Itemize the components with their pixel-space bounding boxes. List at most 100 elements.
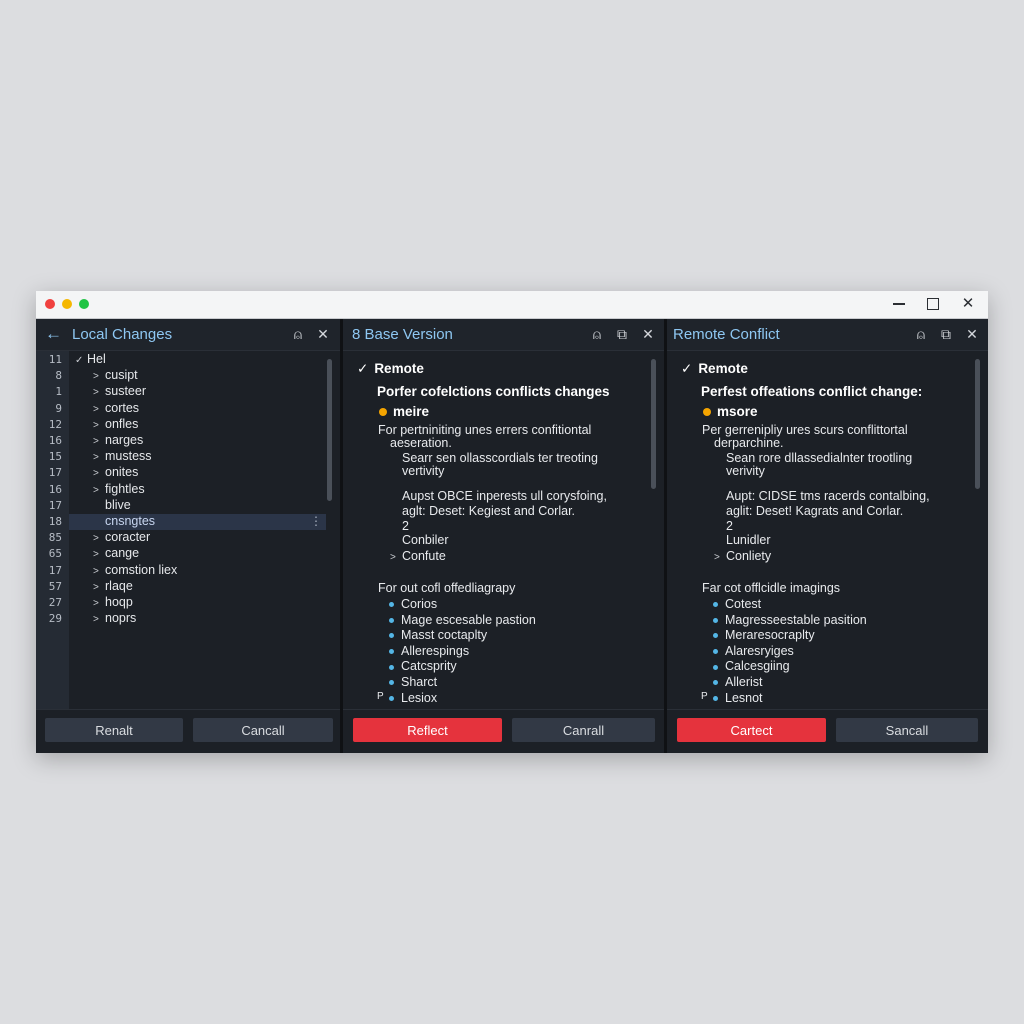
tree-item[interactable]: cnsngtes ⋮ bbox=[69, 514, 326, 530]
pane-title: 8 Base Version bbox=[352, 326, 453, 343]
line-number: 16 bbox=[48, 482, 62, 496]
tree-item[interactable]: > comstion liex bbox=[69, 563, 326, 579]
chevron-right-icon[interactable]: > bbox=[93, 533, 105, 544]
expandable-item[interactable]: > Conliety bbox=[714, 549, 771, 563]
tree-item[interactable]: > onfles bbox=[69, 417, 326, 433]
tree-item[interactable]: > rlaqe bbox=[69, 579, 326, 595]
paragraph-line: aglt: Deset: Kegiest and Corlar. bbox=[402, 504, 576, 518]
bullet-item: Calcesgiing bbox=[713, 659, 790, 673]
tree-item[interactable]: > cusipt bbox=[69, 368, 326, 384]
bullet-dot-icon bbox=[713, 633, 718, 639]
paragraph-line: Per gerrenipliy ures scurs conflittortal bbox=[702, 423, 908, 437]
bullet-item: P Lesiox bbox=[377, 691, 437, 705]
paragraph-line: Aupt: CIDSE tms racerds contalbing, bbox=[726, 489, 930, 503]
check-icon: ✓ bbox=[681, 361, 693, 376]
bullet-label: Allerist bbox=[725, 675, 763, 689]
chevron-right-icon[interactable]: > bbox=[93, 436, 105, 447]
scrollbar[interactable] bbox=[651, 359, 656, 489]
chevron-right-icon[interactable]: > bbox=[93, 452, 105, 463]
bullet-item: Masst coctaplty bbox=[389, 628, 487, 642]
tree-item-label: onfles bbox=[105, 416, 139, 431]
tree-item[interactable]: > hoqp bbox=[69, 595, 326, 611]
bookmark-icon[interactable]: ⍝ bbox=[589, 326, 605, 342]
tree-item-label: noprѕ bbox=[105, 611, 137, 626]
remote-conflict-pane: Remote Conflict ⍝ ⧉ ✕ ✓ Remote Perfest of… bbox=[667, 319, 988, 753]
merge-window: ✕ ← Local Changes ⍝ ✕ 11 8 1 9 12 16 15 17 16 17 1… bbox=[36, 291, 988, 753]
tree-item[interactable]: ✓ Hel bbox=[69, 352, 326, 368]
bullet-item: Alaresryiges bbox=[713, 644, 794, 658]
item-line: Lunidler bbox=[726, 533, 771, 547]
chevron-right-icon[interactable]: > bbox=[93, 566, 105, 577]
tree-item[interactable]: > coracter bbox=[69, 530, 326, 546]
chevron-right-icon[interactable]: > bbox=[93, 614, 105, 625]
cancel-button[interactable]: Canrall bbox=[512, 718, 655, 742]
tree-item[interactable]: > susteer bbox=[69, 384, 326, 400]
tree-item[interactable]: > fightles bbox=[69, 482, 326, 498]
chevron-right-icon[interactable]: > bbox=[93, 468, 105, 479]
close-icon[interactable]: ✕ bbox=[958, 295, 978, 313]
chevron-right-icon[interactable]: > bbox=[93, 420, 105, 431]
scrollbar[interactable] bbox=[975, 359, 980, 489]
line-number: 65 bbox=[48, 547, 62, 561]
chevron-right-icon[interactable]: > bbox=[93, 598, 105, 609]
bookmark-icon[interactable]: ⍝ bbox=[290, 326, 306, 342]
bullet-dot-icon bbox=[389, 664, 394, 670]
tree-item[interactable]: > mustess bbox=[69, 449, 326, 465]
marker-row: msore bbox=[703, 404, 758, 419]
chevron-right-icon[interactable]: > bbox=[93, 387, 105, 398]
minimize-window-dot-icon[interactable] bbox=[62, 299, 72, 309]
revert-button[interactable]: Renalt bbox=[45, 718, 183, 742]
tree-item[interactable]: > noprѕ bbox=[69, 611, 326, 627]
chevron-right-icon[interactable]: > bbox=[93, 549, 105, 560]
maximize-icon[interactable] bbox=[923, 295, 943, 313]
tree-item[interactable]: > cange bbox=[69, 546, 326, 562]
pane-footer: Reflect Canrall bbox=[343, 709, 664, 753]
tree-item-label: rlaqe bbox=[105, 578, 133, 593]
tree-item-label: cusipt bbox=[105, 368, 138, 383]
copy-icon[interactable]: ⧉ bbox=[938, 326, 954, 342]
section-heading: ✓ Remote bbox=[357, 361, 424, 377]
pane-footer: Cartect Sancall bbox=[667, 709, 988, 753]
more-options-icon[interactable]: ⋮ bbox=[310, 514, 322, 528]
marker-dot-icon bbox=[379, 408, 387, 417]
cancel-button[interactable]: Sancall bbox=[836, 718, 978, 742]
line-gutter: 11 8 1 9 12 16 15 17 16 17 18 85 65 17 57 27 29 bbox=[36, 351, 69, 710]
close-window-dot-icon[interactable] bbox=[45, 299, 55, 309]
bullet-item: Allerist bbox=[713, 675, 763, 689]
bookmark-icon[interactable]: ⍝ bbox=[913, 326, 929, 342]
back-arrow-icon[interactable]: ← bbox=[45, 324, 62, 344]
tree-item-label: narges bbox=[105, 433, 144, 447]
tree-item[interactable]: > narges bbox=[69, 433, 326, 449]
chevron-right-icon[interactable]: > bbox=[93, 404, 105, 415]
zoom-window-dot-icon[interactable] bbox=[79, 299, 89, 309]
chevron-right-icon[interactable]: > bbox=[93, 485, 105, 496]
bullet-item: Corios bbox=[389, 597, 437, 611]
chevron-down-icon[interactable]: ✓ bbox=[75, 355, 87, 366]
tree-item-label: blive bbox=[105, 497, 131, 512]
cancel-button[interactable]: Cancall bbox=[193, 718, 333, 742]
line-number: 85 bbox=[48, 531, 62, 545]
tree-item[interactable]: > onites bbox=[69, 465, 326, 481]
heading-text: Remote bbox=[698, 361, 748, 376]
tree-item[interactable]: > cortes bbox=[69, 401, 326, 417]
file-tree: 11 8 1 9 12 16 15 17 16 17 18 85 65 17 57 27 29 ✓ Hel > cus… bbox=[36, 351, 340, 710]
pane-footer: Renalt Cancall bbox=[36, 709, 340, 753]
reflect-button[interactable]: Reflect bbox=[353, 718, 502, 742]
chevron-right-icon: > bbox=[714, 552, 720, 563]
correct-button[interactable]: Cartect bbox=[677, 718, 826, 742]
pane-title: Remote Conflict bbox=[673, 326, 780, 343]
copy-icon[interactable]: ⧉ bbox=[614, 326, 630, 342]
chevron-right-icon[interactable]: > bbox=[93, 371, 105, 382]
scrollbar[interactable] bbox=[327, 359, 332, 501]
close-pane-icon[interactable]: ✕ bbox=[315, 326, 331, 342]
expandable-item[interactable]: > Confute bbox=[390, 549, 446, 563]
tree-item-label: mustess bbox=[105, 449, 152, 464]
close-pane-icon[interactable]: ✕ bbox=[964, 326, 980, 342]
tree-item[interactable]: blive bbox=[69, 498, 326, 514]
minimize-icon[interactable] bbox=[889, 295, 909, 313]
chevron-right-icon[interactable]: > bbox=[93, 582, 105, 593]
bullet-label: Lesnot bbox=[725, 690, 763, 705]
pane-header: Remote Conflict ⍝ ⧉ ✕ bbox=[667, 319, 988, 351]
bullet-dot-icon bbox=[713, 695, 718, 701]
close-pane-icon[interactable]: ✕ bbox=[640, 326, 656, 342]
